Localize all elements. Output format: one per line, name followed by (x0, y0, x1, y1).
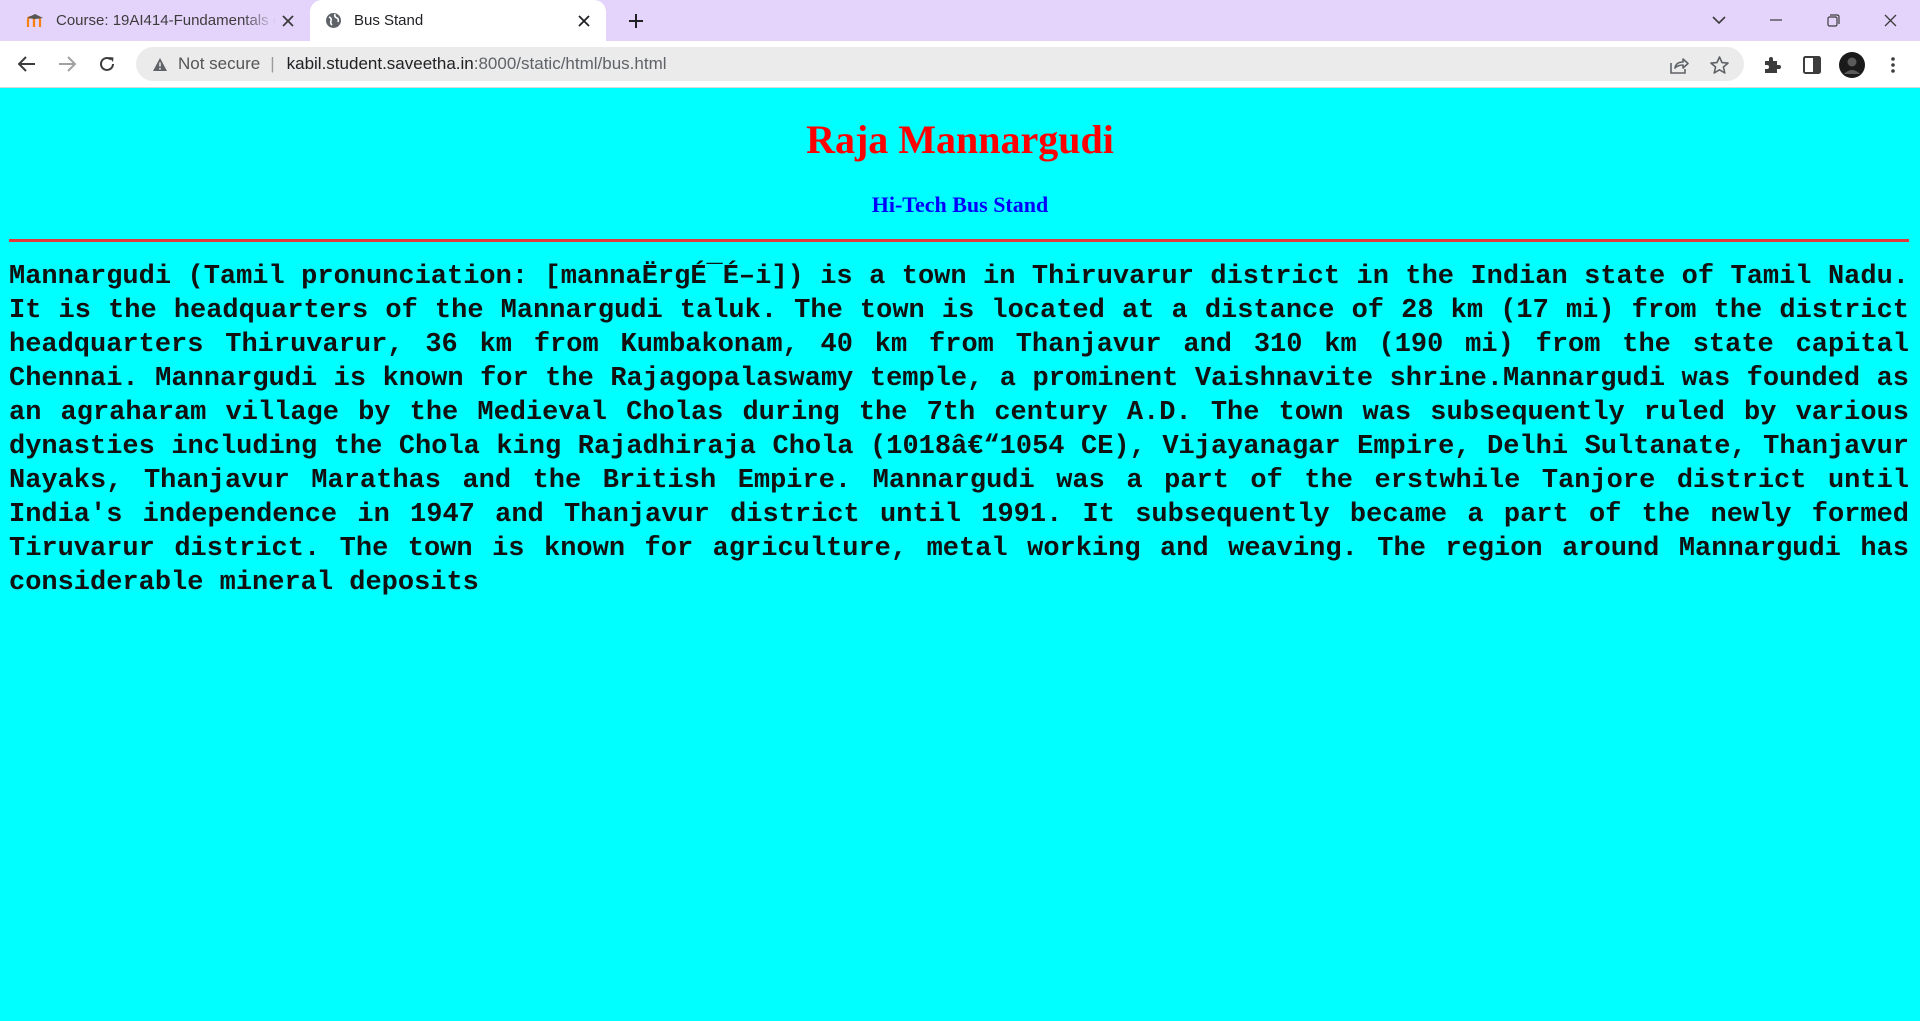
browser-toolbar: Not secure | kabil.student.saveetha.in:8… (0, 41, 1920, 88)
share-icon[interactable] (1668, 54, 1690, 76)
body-paragraph: Mannargudi (Tamil pronunciation: [mannaË… (9, 262, 1909, 598)
page-title: Raja Mannargudi (806, 117, 1114, 162)
tab-title: Course: 19AI414-Fundamentals of (56, 12, 276, 29)
warning-icon[interactable] (150, 54, 170, 74)
minimize-icon[interactable] (1753, 0, 1799, 40)
back-arrow-icon[interactable] (11, 48, 43, 80)
bookmark-star-icon[interactable] (1708, 54, 1730, 76)
forward-arrow-icon[interactable] (51, 48, 83, 80)
security-label[interactable]: Not secure (178, 54, 260, 74)
url-separator: | (270, 54, 275, 73)
page-content: Raja Mannargudi Hi-Tech Bus Stand Mannar… (0, 88, 1920, 1021)
extensions-icon[interactable] (1759, 52, 1785, 78)
url-host: kabil.student.saveetha.in (286, 54, 474, 73)
moodle-icon (26, 12, 44, 30)
side-panel-icon[interactable] (1799, 52, 1825, 78)
menu-kebab-icon[interactable] (1880, 52, 1906, 78)
globe-icon (324, 12, 342, 30)
restore-icon[interactable] (1810, 0, 1856, 40)
address-bar[interactable]: Not secure | kabil.student.saveetha.in:8… (136, 47, 1744, 81)
divider (9, 239, 1909, 242)
new-tab-button[interactable] (622, 8, 650, 34)
close-window-icon[interactable] (1867, 0, 1913, 40)
tab-title: Bus Stand (354, 12, 424, 29)
tab-search-icon[interactable] (1696, 0, 1742, 40)
url-path: :8000/static/html/bus.html (473, 54, 667, 73)
close-tab-icon[interactable] (276, 9, 300, 33)
tab-strip: Course: 19AI414-Fundamentals of Bus Stan… (0, 0, 1920, 41)
reload-icon[interactable] (91, 48, 123, 80)
tab-bus-stand[interactable]: Bus Stand (310, 0, 606, 41)
page-subtitle: Hi-Tech Bus Stand (871, 192, 1049, 217)
profile-avatar[interactable] (1839, 52, 1865, 78)
tab-course[interactable]: Course: 19AI414-Fundamentals of (12, 0, 310, 41)
close-tab-icon[interactable] (572, 9, 596, 33)
